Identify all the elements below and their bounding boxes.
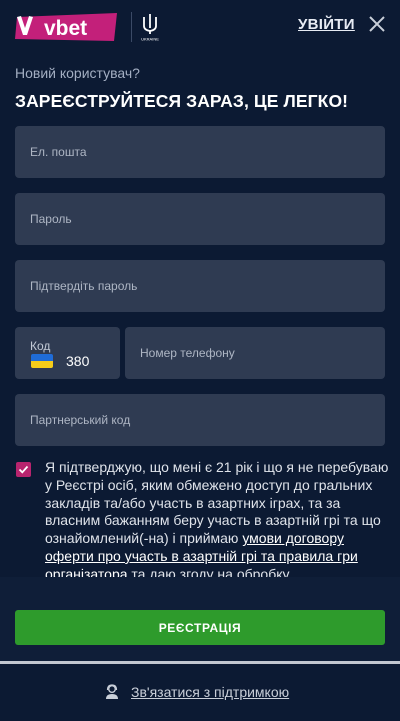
consent-text: Я підтверджую, що мені є 21 рік і що я н… <box>45 459 390 584</box>
trident-icon: UKRAINE <box>141 14 159 42</box>
consent-checkbox[interactable] <box>16 462 31 477</box>
country-code-select[interactable]: Код 380 <box>15 327 120 379</box>
email-placeholder: Ел. пошта <box>30 145 87 159</box>
close-icon[interactable] <box>368 15 386 33</box>
page-title: ЗАРЕЄСТРУЙТЕСЯ ЗАРАЗ, ЦЕ ЛЕГКО! <box>15 91 349 111</box>
email-field[interactable]: Ел. пошта <box>15 126 385 178</box>
checkmark-icon <box>18 465 29 474</box>
login-link[interactable]: УВІЙТИ <box>298 16 355 33</box>
ukraine-flag-icon <box>31 354 53 368</box>
header: vbet UKRAINE УВІЙТИ <box>0 0 400 50</box>
phone-placeholder: Номер телефону <box>140 346 235 360</box>
new-user-subtitle: Новий користувач? <box>15 65 140 81</box>
password-placeholder: Пароль <box>30 212 72 226</box>
partner-code-placeholder: Партнерський код <box>30 413 131 427</box>
trident-caption: UKRAINE <box>141 37 159 42</box>
brand-text: vbet <box>44 17 87 40</box>
support-label: Зв'язатися з підтримкою <box>131 684 290 700</box>
code-label: Код <box>30 339 51 353</box>
divider <box>0 661 400 664</box>
support-link[interactable]: Зв'язатися з підтримкою <box>105 684 289 700</box>
support-agent-icon <box>106 684 118 699</box>
code-value: 380 <box>66 353 90 369</box>
partner-code-field[interactable]: Партнерський код <box>15 394 385 446</box>
register-button[interactable]: РЕЄСТРАЦІЯ <box>15 610 385 645</box>
confirm-password-field[interactable]: Підтвердіть пароль <box>15 260 385 312</box>
password-field[interactable]: Пароль <box>15 193 385 245</box>
vbet-logo[interactable]: vbet <box>13 10 119 44</box>
logo-separator <box>131 12 132 42</box>
confirm-password-placeholder: Підтвердіть пароль <box>30 279 138 293</box>
phone-field[interactable]: Номер телефону <box>125 327 385 379</box>
